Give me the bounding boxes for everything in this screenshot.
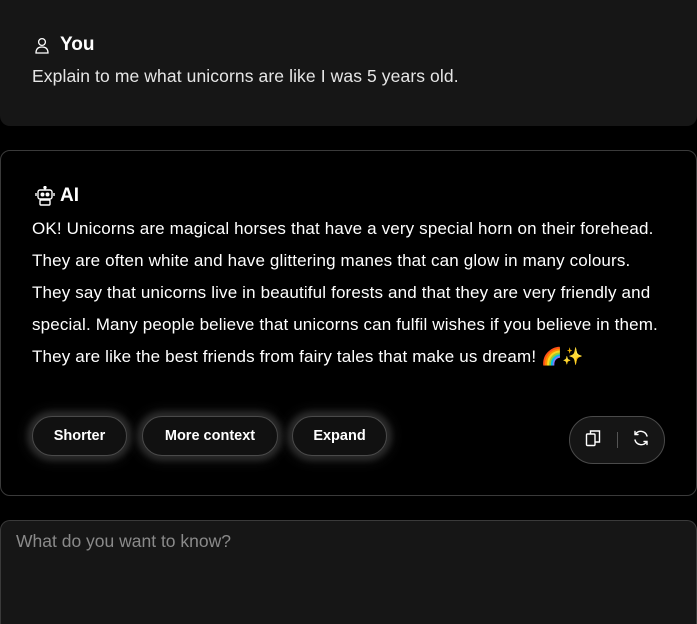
ai-message-text: OK! Unicorns are magical horses that hav… [32,219,658,366]
user-icon [34,36,52,54]
ai-message-header: AI [34,184,79,208]
user-message-card: You Explain to me what unicorns are like… [0,0,697,126]
user-author-label: You [60,34,95,55]
ai-message-card: AI OK! Unicorns are magical horses that … [0,150,697,496]
refresh-icon [632,429,650,452]
question-input[interactable] [16,531,676,611]
shorter-button[interactable]: Shorter [32,416,127,456]
composer [0,520,697,624]
copy-icon [585,429,601,452]
robot-icon [34,185,56,207]
message-actions [569,416,665,464]
user-message-text: Explain to me what unicorns are like I w… [32,66,459,86]
more-context-button[interactable]: More context [142,416,278,456]
ai-author-label: AI [60,185,79,206]
expand-button[interactable]: Expand [292,416,387,456]
regenerate-button[interactable] [617,417,664,463]
user-message-header: You [34,34,94,56]
copy-button[interactable] [570,417,617,463]
